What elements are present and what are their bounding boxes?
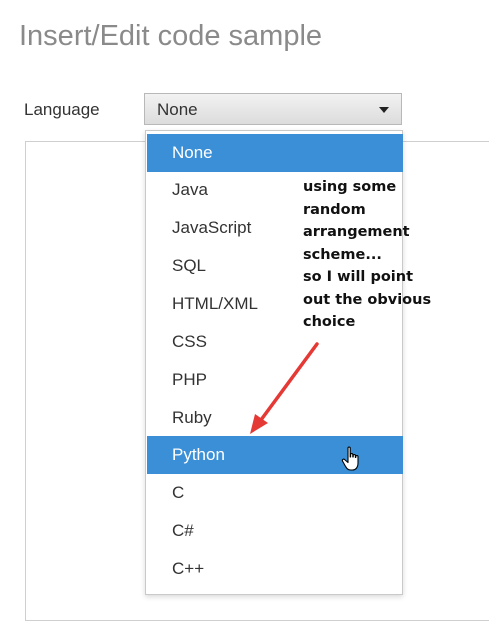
annotation-arrow-icon xyxy=(250,342,319,434)
hand-pointer-icon xyxy=(341,446,359,471)
